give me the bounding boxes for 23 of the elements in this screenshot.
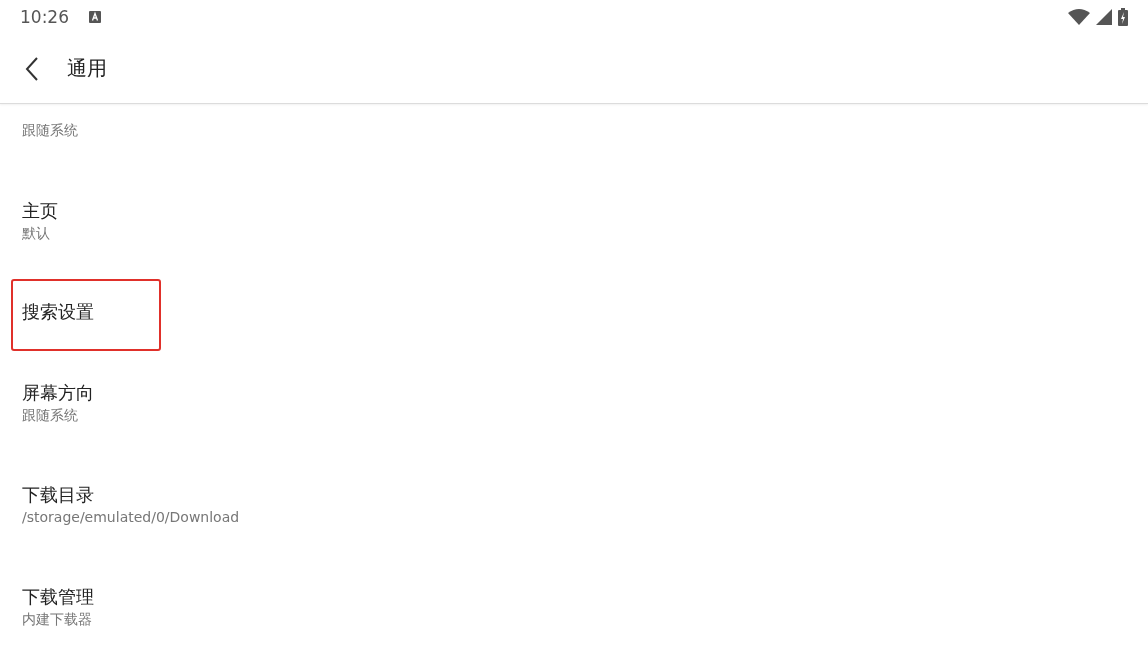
notification-icon: [89, 11, 101, 23]
settings-item[interactable]: 跟随系统: [0, 104, 1148, 170]
item-title: 下载目录: [22, 483, 94, 507]
battery-icon: [1118, 8, 1128, 26]
settings-item[interactable]: 屏幕方向 跟随系统: [0, 352, 1148, 454]
item-subtitle: 内建下载器: [22, 610, 92, 629]
settings-item[interactable]: 主页 默认: [0, 170, 1148, 272]
settings-item[interactable]: 搜索设置: [0, 272, 1148, 352]
wifi-icon: [1068, 9, 1090, 25]
item-subtitle: 跟随系统: [22, 121, 78, 140]
item-subtitle: 默认: [22, 224, 50, 243]
item-subtitle: /storage/emulated/0/Download: [22, 508, 240, 527]
item-title: 下载管理: [22, 585, 94, 609]
settings-item[interactable]: 下载管理 内建下载器: [0, 556, 1148, 646]
page-title: 通用: [67, 55, 107, 82]
settings-item[interactable]: 下载目录 /storage/emulated/0/Download: [0, 454, 1148, 556]
signal-icon: [1096, 9, 1112, 25]
back-icon[interactable]: [25, 56, 39, 81]
item-title: 屏幕方向: [22, 381, 94, 405]
item-subtitle: 跟随系统: [22, 406, 78, 425]
item-title: 主页: [22, 199, 58, 223]
status-time: 10:26: [20, 7, 69, 27]
item-title: 搜索设置: [22, 300, 94, 324]
